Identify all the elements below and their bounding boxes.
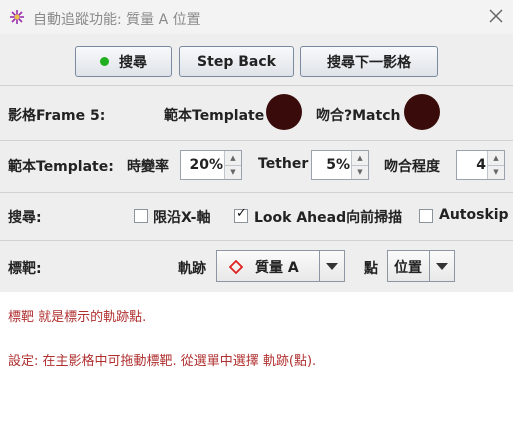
target-label: 標靶: [8, 261, 42, 277]
point-value: 位置 [394, 260, 422, 276]
message-line-2: 設定: 在主影格中可拖動標靶. 從選單中選擇 軌跡(點). [8, 354, 317, 369]
step-back-button[interactable]: Step Back [179, 46, 294, 77]
chevron-down-icon[interactable] [429, 251, 454, 281]
template-image [266, 94, 302, 130]
spinner-down-icon[interactable]: ▼ [488, 165, 504, 179]
toolbar: 搜尋 Step Back 搜尋下一影格 [0, 36, 513, 84]
spinner-up-icon[interactable]: ▲ [488, 151, 504, 166]
app-icon [10, 10, 24, 24]
point-label: 點 [364, 261, 378, 277]
track-dropdown[interactable]: 質量 A [216, 250, 345, 282]
tether-spinner[interactable]: 5% ▲ ▼ [311, 150, 369, 180]
frame-panel: 影格Frame 5: 範本Template 吻合?Match [0, 85, 513, 140]
track-label: 軌跡 [178, 261, 206, 277]
search-button-label: 搜尋 [119, 54, 147, 71]
tether-value: 5% [326, 157, 350, 173]
evolve-label: 時變率 [127, 159, 169, 175]
status-dot-icon [100, 57, 109, 66]
match-image [404, 94, 440, 130]
evolve-value: 20% [189, 157, 223, 173]
lookahead-checkbox[interactable]: ✓ [234, 206, 248, 223]
template-settings-label: 範本Template: [8, 159, 114, 175]
step-back-label: Step Back [197, 53, 276, 70]
point-dropdown[interactable]: 位置 [387, 250, 455, 282]
spinner-down-icon[interactable]: ▼ [352, 165, 368, 179]
track-value: 質量 A [255, 260, 299, 276]
match-label: 吻合?Match [316, 108, 401, 124]
autoskip-label: Autoskip [439, 207, 509, 223]
message-area: 標靶 就是標示的軌跡點. 設定: 在主影格中可拖動標靶. 從選單中選擇 軌跡(點… [0, 292, 513, 428]
search-button[interactable]: 搜尋 [75, 46, 172, 77]
template-label: 範本Template [164, 108, 265, 124]
spinner-up-icon[interactable]: ▲ [225, 151, 241, 166]
title-bar: 自動追蹤功能: 質量 A 位置 [0, 0, 513, 34]
lookahead-label: Look Ahead向前掃描 [254, 210, 403, 226]
message-line-1: 標靶 就是標示的軌跡點. [8, 310, 147, 325]
checkmark-icon: ✓ [236, 206, 247, 221]
frame-label: 影格Frame 5: [8, 108, 106, 124]
close-icon[interactable] [488, 8, 504, 24]
search-panel: 搜尋: 限沿X-軸 ✓ Look Ahead向前掃描 Autoskip [0, 192, 513, 240]
evolve-spinner[interactable]: 20% ▲ ▼ [180, 150, 242, 180]
window-title: 自動追蹤功能: 質量 A 位置 [33, 12, 201, 28]
x-axis-label: 限沿X-軸 [153, 210, 211, 226]
target-panel: 標靶: 軌跡 質量 A 點 位置 [0, 240, 513, 292]
diamond-marker-icon [229, 260, 243, 274]
tether-label: Tether [258, 156, 309, 172]
match-degree-value: 4 [476, 157, 486, 173]
template-panel: 範本Template: 時變率 20% ▲ ▼ Tether 5% ▲ ▼ 吻合… [0, 140, 513, 192]
chevron-down-icon[interactable] [319, 251, 344, 281]
x-axis-checkbox[interactable] [134, 209, 148, 223]
search-options-label: 搜尋: [8, 210, 42, 226]
spinner-down-icon[interactable]: ▼ [225, 165, 241, 179]
spinner-up-icon[interactable]: ▲ [352, 151, 368, 166]
search-next-label: 搜尋下一影格 [327, 54, 411, 71]
match-degree-label: 吻合程度 [384, 159, 440, 175]
autoskip-checkbox[interactable] [419, 209, 433, 223]
search-next-button[interactable]: 搜尋下一影格 [300, 46, 438, 77]
match-degree-spinner[interactable]: 4 ▲ ▼ [456, 150, 505, 180]
